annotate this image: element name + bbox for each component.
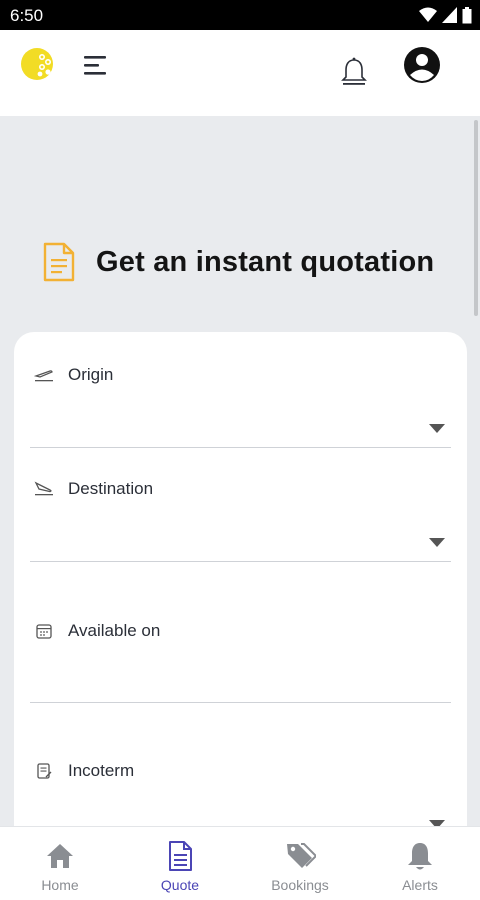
page-title: Get an instant quotation: [96, 245, 435, 278]
available-on-field[interactable]: Available on: [30, 620, 451, 704]
destination-dropdown-arrow[interactable]: [429, 538, 445, 547]
status-icons: [419, 6, 472, 24]
landing-icon: [34, 481, 53, 496]
nav-label-quote: Quote: [160, 877, 200, 893]
nav-item-quote[interactable]: Quote: [120, 827, 240, 900]
nav-item-bookings[interactable]: Bookings: [240, 827, 360, 900]
calendar-icon: [36, 624, 52, 639]
status-bar: 6:50: [0, 0, 480, 30]
bell-icon: [408, 843, 432, 870]
origin-dropdown-arrow[interactable]: [429, 424, 445, 433]
destination-underline: [30, 561, 451, 562]
account-icon[interactable]: [402, 45, 442, 85]
available-on-label: Available on: [68, 621, 161, 640]
destination-field[interactable]: Destination: [30, 478, 451, 562]
quote-icon: [169, 841, 192, 871]
destination-label: Destination: [68, 479, 154, 498]
nav-label-alerts: Alerts: [402, 877, 438, 893]
origin-field[interactable]: Origin: [30, 364, 451, 448]
quotation-form: Origin Destination Available on Incoterm: [14, 332, 467, 852]
status-time: 6:50: [10, 6, 44, 25]
signal-icon: [442, 7, 457, 23]
contract-icon: [37, 763, 52, 779]
nav-label-home: Home: [41, 877, 79, 893]
bottom-nav: Home Quote Bookings Alerts: [0, 826, 480, 900]
app-header: [0, 30, 480, 116]
nav-item-home[interactable]: Home: [0, 827, 120, 900]
nav-label-bookings: Bookings: [271, 877, 329, 893]
tag-icon: [287, 843, 316, 868]
document-icon: [43, 242, 75, 282]
battery-icon: [462, 6, 472, 23]
logo-icon[interactable]: [20, 46, 56, 82]
bell-icon[interactable]: [340, 56, 368, 88]
scrollbar[interactable]: [474, 120, 478, 316]
wifi-icon: [419, 7, 437, 22]
takeoff-icon: [34, 370, 53, 382]
incoterm-label: Incoterm: [68, 761, 135, 780]
origin-label: Origin: [68, 365, 114, 384]
menu-icon[interactable]: [82, 52, 110, 78]
home-icon: [47, 844, 73, 868]
nav-item-alerts[interactable]: Alerts: [360, 827, 480, 900]
page-heading: Get an instant quotation: [42, 240, 434, 284]
available-on-underline: [30, 702, 451, 703]
origin-underline: [30, 447, 451, 448]
